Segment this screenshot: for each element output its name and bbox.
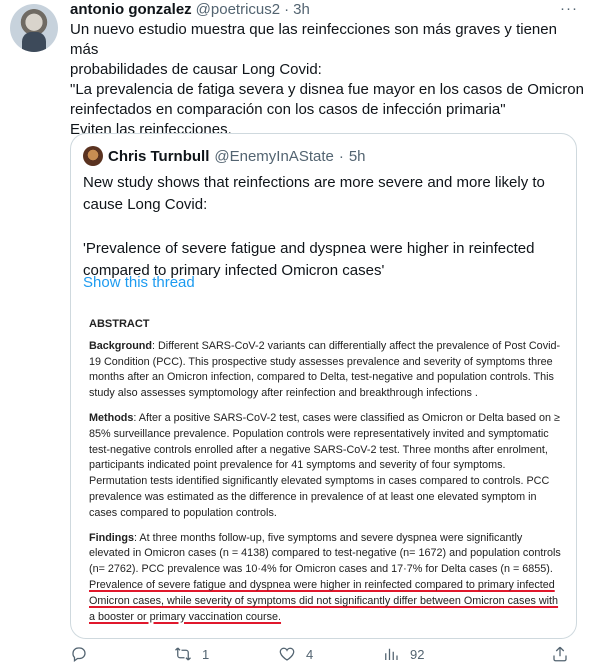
analytics-icon: [385, 648, 398, 660]
tweet-text-line: "La prevalencia de fatiga severa y disne…: [70, 81, 584, 98]
quote-text-line: New study shows that reinfections are mo…: [83, 174, 545, 191]
abstract-background: Background: Different SARS-CoV-2 variant…: [89, 339, 561, 402]
tweet-text: Un nuevo estudio muestra que las reinfec…: [70, 20, 585, 140]
abstract-findings: Findings: At three months follow-up, fiv…: [89, 531, 561, 626]
quote-header: Chris Turnbull @EnemyInAState · 5h: [83, 146, 366, 166]
background-label: Background: [89, 339, 152, 352]
separator-dot: ·: [284, 1, 290, 18]
reply-icon: [72, 647, 86, 663]
author-handle[interactable]: @poetricus2: [196, 0, 280, 20]
findings-highlight: Prevalence of severe fatigue and dyspnea…: [89, 578, 559, 623]
share-icon: [553, 646, 567, 662]
like-count: 4: [306, 646, 314, 662]
quote-author-name: Chris Turnbull: [108, 147, 210, 165]
quote-time: 5h: [348, 147, 366, 165]
quote-author-handle: @EnemyInAState: [214, 147, 334, 165]
like-button[interactable]: 4: [278, 645, 382, 663]
quote-text-line: cause Long Covid:: [83, 196, 208, 213]
tweet-text-line: reinfectados en comparación con los caso…: [70, 101, 506, 118]
tweet-actions: 1 4 92: [70, 641, 575, 667]
share-button[interactable]: [551, 645, 569, 663]
separator-dot: ·: [338, 147, 344, 165]
abstract-image[interactable]: ABSTRACT Background: Different SARS-CoV-…: [89, 317, 561, 634]
methods-label: Methods: [89, 411, 134, 424]
views-count: 92: [410, 646, 425, 662]
tweet-time[interactable]: 3h: [293, 0, 310, 20]
retweet-count: 1: [202, 646, 210, 662]
quote-text-line: 'Prevalence of severe fatigue and dyspne…: [83, 240, 535, 257]
author-name[interactable]: antonio gonzalez: [70, 0, 192, 20]
abstract-title: ABSTRACT: [89, 318, 150, 330]
quoted-tweet[interactable]: Chris Turnbull @EnemyInAState · 5h New s…: [70, 133, 577, 639]
quote-avatar: [83, 146, 103, 166]
quote-text: New study shows that reinfections are mo…: [83, 172, 563, 282]
tweet-text-line: Un nuevo estudio muestra que las reinfec…: [70, 21, 557, 58]
avatar[interactable]: [10, 4, 58, 52]
retweet-button[interactable]: 1: [174, 645, 278, 663]
background-text: : Different SARS-CoV-2 variants can diff…: [89, 339, 561, 400]
avatar-figure: [22, 32, 46, 52]
show-thread-link[interactable]: Show this thread: [83, 274, 195, 291]
more-options-icon[interactable]: ···: [560, 0, 578, 17]
tweet: antonio gonzalez @poetricus2 · 3h ··· Un…: [70, 0, 584, 140]
findings-text: : At three months follow-up, five sympto…: [89, 531, 561, 576]
findings-label: Findings: [89, 531, 134, 544]
tweet-header: antonio gonzalez @poetricus2 · 3h: [70, 0, 580, 20]
like-icon: [279, 647, 295, 661]
methods-text: : After a positive SARS-CoV-2 test, case…: [89, 411, 560, 519]
reply-button[interactable]: [70, 645, 174, 663]
tweet-text-line: probabilidades de causar Long Covid:: [70, 61, 322, 78]
retweet-icon: [175, 647, 191, 661]
abstract-methods: Methods: After a positive SARS-CoV-2 tes…: [89, 411, 561, 522]
analytics-button[interactable]: 92: [382, 645, 486, 663]
